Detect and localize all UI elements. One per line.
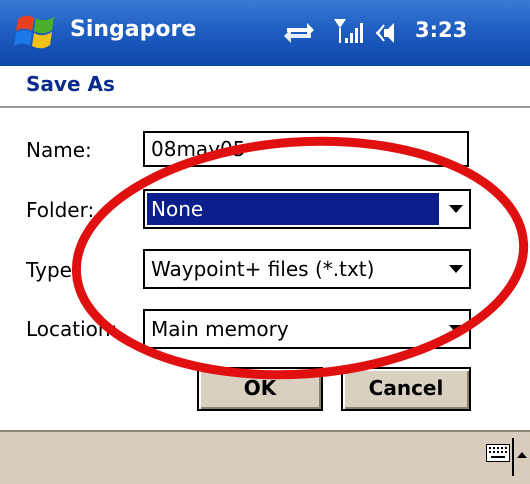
keyboard-icon[interactable] (486, 444, 510, 462)
name-field[interactable] (143, 131, 469, 167)
type-dropdown[interactable]: Waypoint+ files (*.txt) (143, 249, 471, 289)
windows-start-icon[interactable] (14, 9, 60, 55)
app-title: Singapore (70, 17, 197, 42)
dialog-title: Save As (26, 72, 115, 96)
name-input[interactable] (145, 133, 467, 165)
speaker-icon[interactable] (376, 20, 410, 46)
location-value: Main memory (151, 317, 289, 341)
chevron-down-icon[interactable] (449, 265, 463, 273)
chevron-down-icon[interactable] (449, 205, 463, 213)
title-bar: Singapore 3:23 (0, 0, 530, 66)
type-label: Type: (26, 258, 79, 282)
name-label: Name: (26, 138, 92, 162)
cancel-button[interactable]: Cancel (341, 367, 471, 411)
sip-arrow-icon[interactable] (516, 450, 528, 460)
connectivity-icon[interactable] (283, 20, 315, 46)
location-dropdown[interactable]: Main memory (143, 309, 471, 349)
menu-bar (0, 430, 530, 484)
ok-button[interactable]: OK (197, 367, 323, 411)
folder-label: Folder: (26, 198, 95, 222)
sip-separator (512, 438, 514, 476)
chevron-down-icon[interactable] (449, 325, 463, 333)
title-divider-highlight (0, 108, 530, 109)
clock[interactable]: 3:23 (415, 18, 467, 42)
type-value: Waypoint+ files (*.txt) (151, 257, 375, 281)
signal-icon[interactable] (333, 16, 363, 46)
location-label: Location: (26, 317, 118, 341)
folder-value: None (147, 193, 439, 225)
folder-dropdown[interactable]: None (143, 189, 471, 229)
